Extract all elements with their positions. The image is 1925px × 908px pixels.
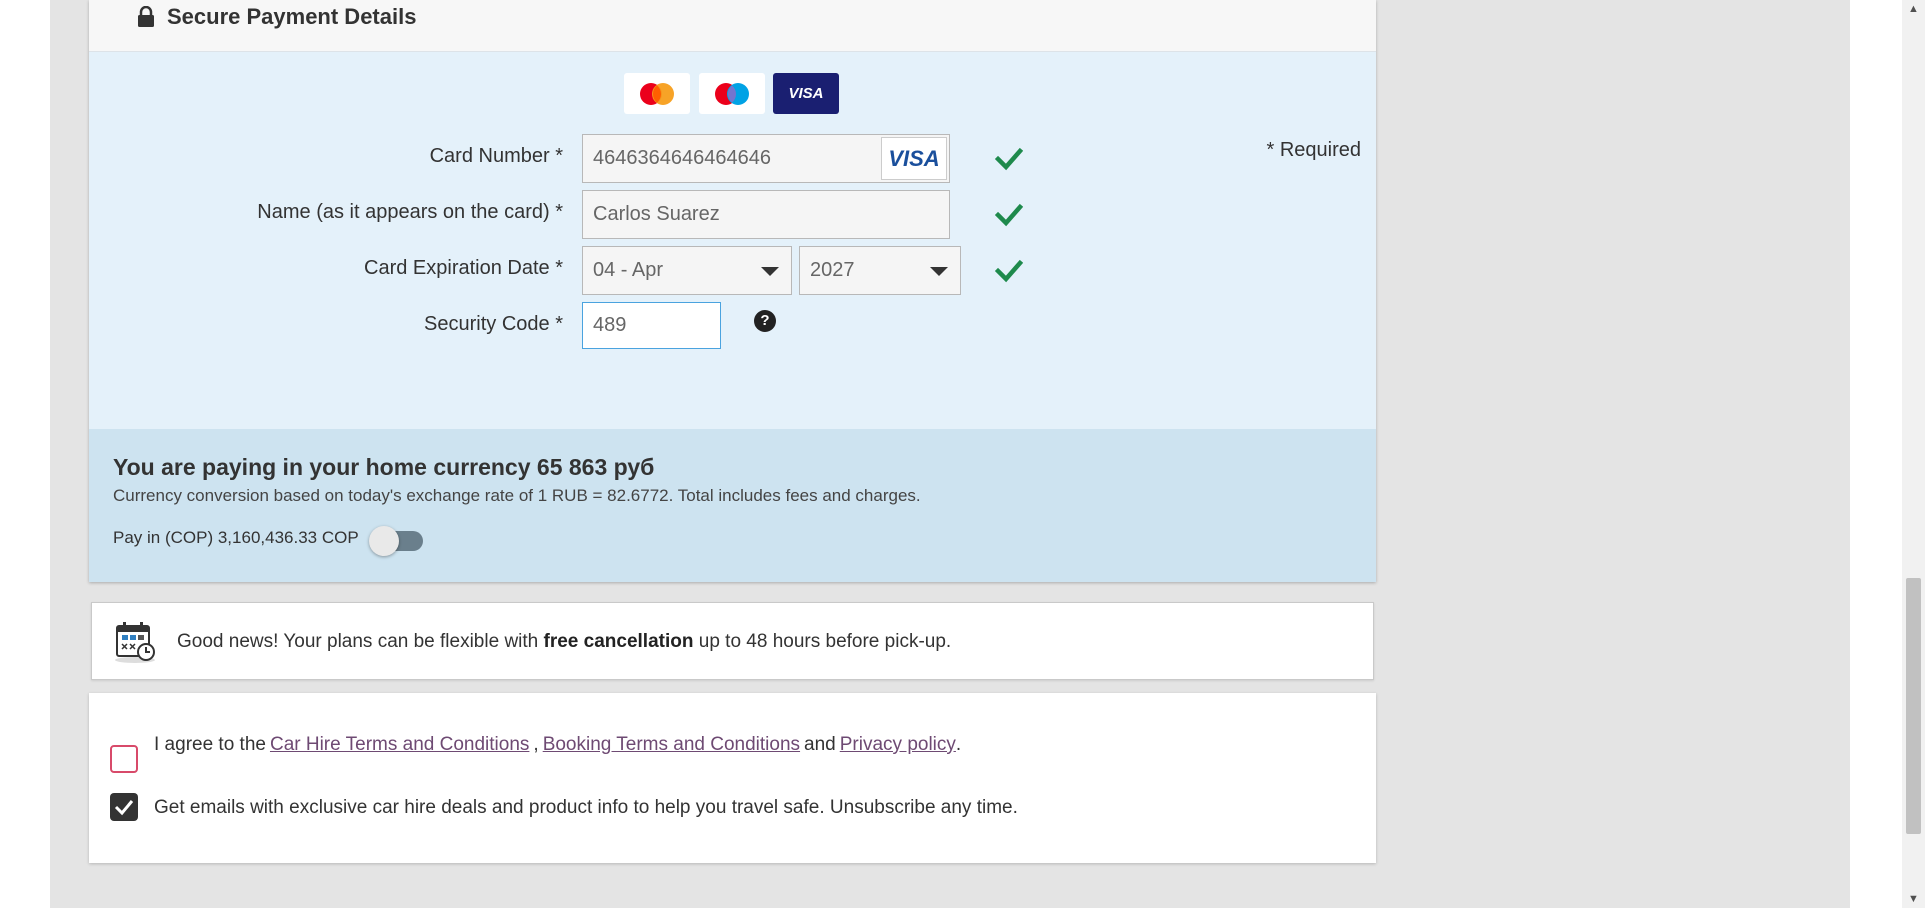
currency-title: You are paying in your home currency 65 …	[113, 454, 655, 480]
required-note: * Required	[1266, 139, 1361, 161]
chevron-down-icon	[930, 267, 948, 276]
expiry-month-value: 04 - Apr	[593, 259, 664, 281]
currency-section: You are paying in your home currency 65 …	[89, 429, 1376, 582]
expiry-month-select[interactable]: 04 - Apr	[582, 246, 792, 295]
currency-description: Currency conversion based on today's exc…	[113, 486, 921, 505]
agree-terms-text: I agree to the Car Hire Terms and Condit…	[154, 734, 962, 756]
car-hire-terms-link[interactable]: Car Hire Terms and Conditions	[270, 734, 529, 756]
maestro-logo-icon	[699, 73, 765, 114]
calendar-cancel-icon	[115, 622, 155, 663]
vertical-scrollbar[interactable]: ▲ ▼	[1902, 0, 1925, 908]
scroll-thumb[interactable]	[1906, 578, 1921, 834]
security-code-label: Security Code *	[424, 313, 563, 335]
payment-header: Secure Payment Details	[89, 0, 1376, 52]
payment-title: Secure Payment Details	[167, 4, 417, 29]
security-code-input[interactable]: 489	[582, 302, 721, 349]
payment-panel: Secure Payment Details VISA * Required C…	[89, 0, 1376, 582]
card-number-input[interactable]: 4646364646464646 VISA	[582, 134, 950, 183]
booking-terms-link[interactable]: Booking Terms and Conditions	[543, 734, 800, 756]
toggle-knob	[369, 526, 399, 556]
checkmark-icon	[114, 800, 134, 816]
marketing-emails-text: Get emails with exclusive car hire deals…	[154, 797, 1018, 818]
visa-logo-icon: VISA	[773, 73, 839, 114]
mastercard-logo-icon	[624, 73, 690, 114]
expiry-year-select[interactable]: 2027	[799, 246, 961, 295]
free-cancellation-banner: Good news! Your plans can be flexible wi…	[91, 602, 1374, 680]
security-code-value: 489	[593, 314, 627, 336]
name-valid-check-icon	[995, 203, 1023, 227]
visa-badge-icon: VISA	[881, 137, 947, 180]
scroll-down-arrow-icon[interactable]: ▼	[1902, 892, 1925, 906]
card-number-value: 4646364646464646	[593, 147, 771, 169]
scroll-up-arrow-icon[interactable]: ▲	[1902, 2, 1925, 16]
free-cancellation-text: Good news! Your plans can be flexible wi…	[177, 631, 952, 652]
agree-terms-checkbox[interactable]	[110, 745, 138, 773]
card-number-valid-check-icon	[995, 147, 1023, 171]
name-value: Carlos Suarez	[593, 203, 720, 225]
chevron-down-icon	[761, 267, 779, 276]
question-help-icon[interactable]: ?	[754, 310, 776, 332]
card-number-label: Card Number *	[429, 145, 563, 167]
name-input[interactable]: Carlos Suarez	[582, 190, 950, 239]
privacy-policy-link[interactable]: Privacy policy	[840, 734, 956, 756]
expiry-valid-check-icon	[995, 259, 1023, 283]
lock-icon	[138, 6, 154, 27]
page-margin-left	[0, 0, 50, 908]
marketing-emails-checkbox[interactable]	[110, 793, 138, 821]
page-margin-right	[1850, 0, 1902, 908]
terms-panel: I agree to the Car Hire Terms and Condit…	[89, 693, 1376, 863]
name-label: Name (as it appears on the card) *	[257, 201, 563, 223]
pay-in-cop-toggle[interactable]	[369, 526, 423, 556]
expiry-label: Card Expiration Date *	[364, 257, 563, 279]
expiry-year-value: 2027	[810, 259, 855, 281]
pay-cop-label: Pay in (COP) 3,160,436.33 COP	[113, 528, 359, 547]
